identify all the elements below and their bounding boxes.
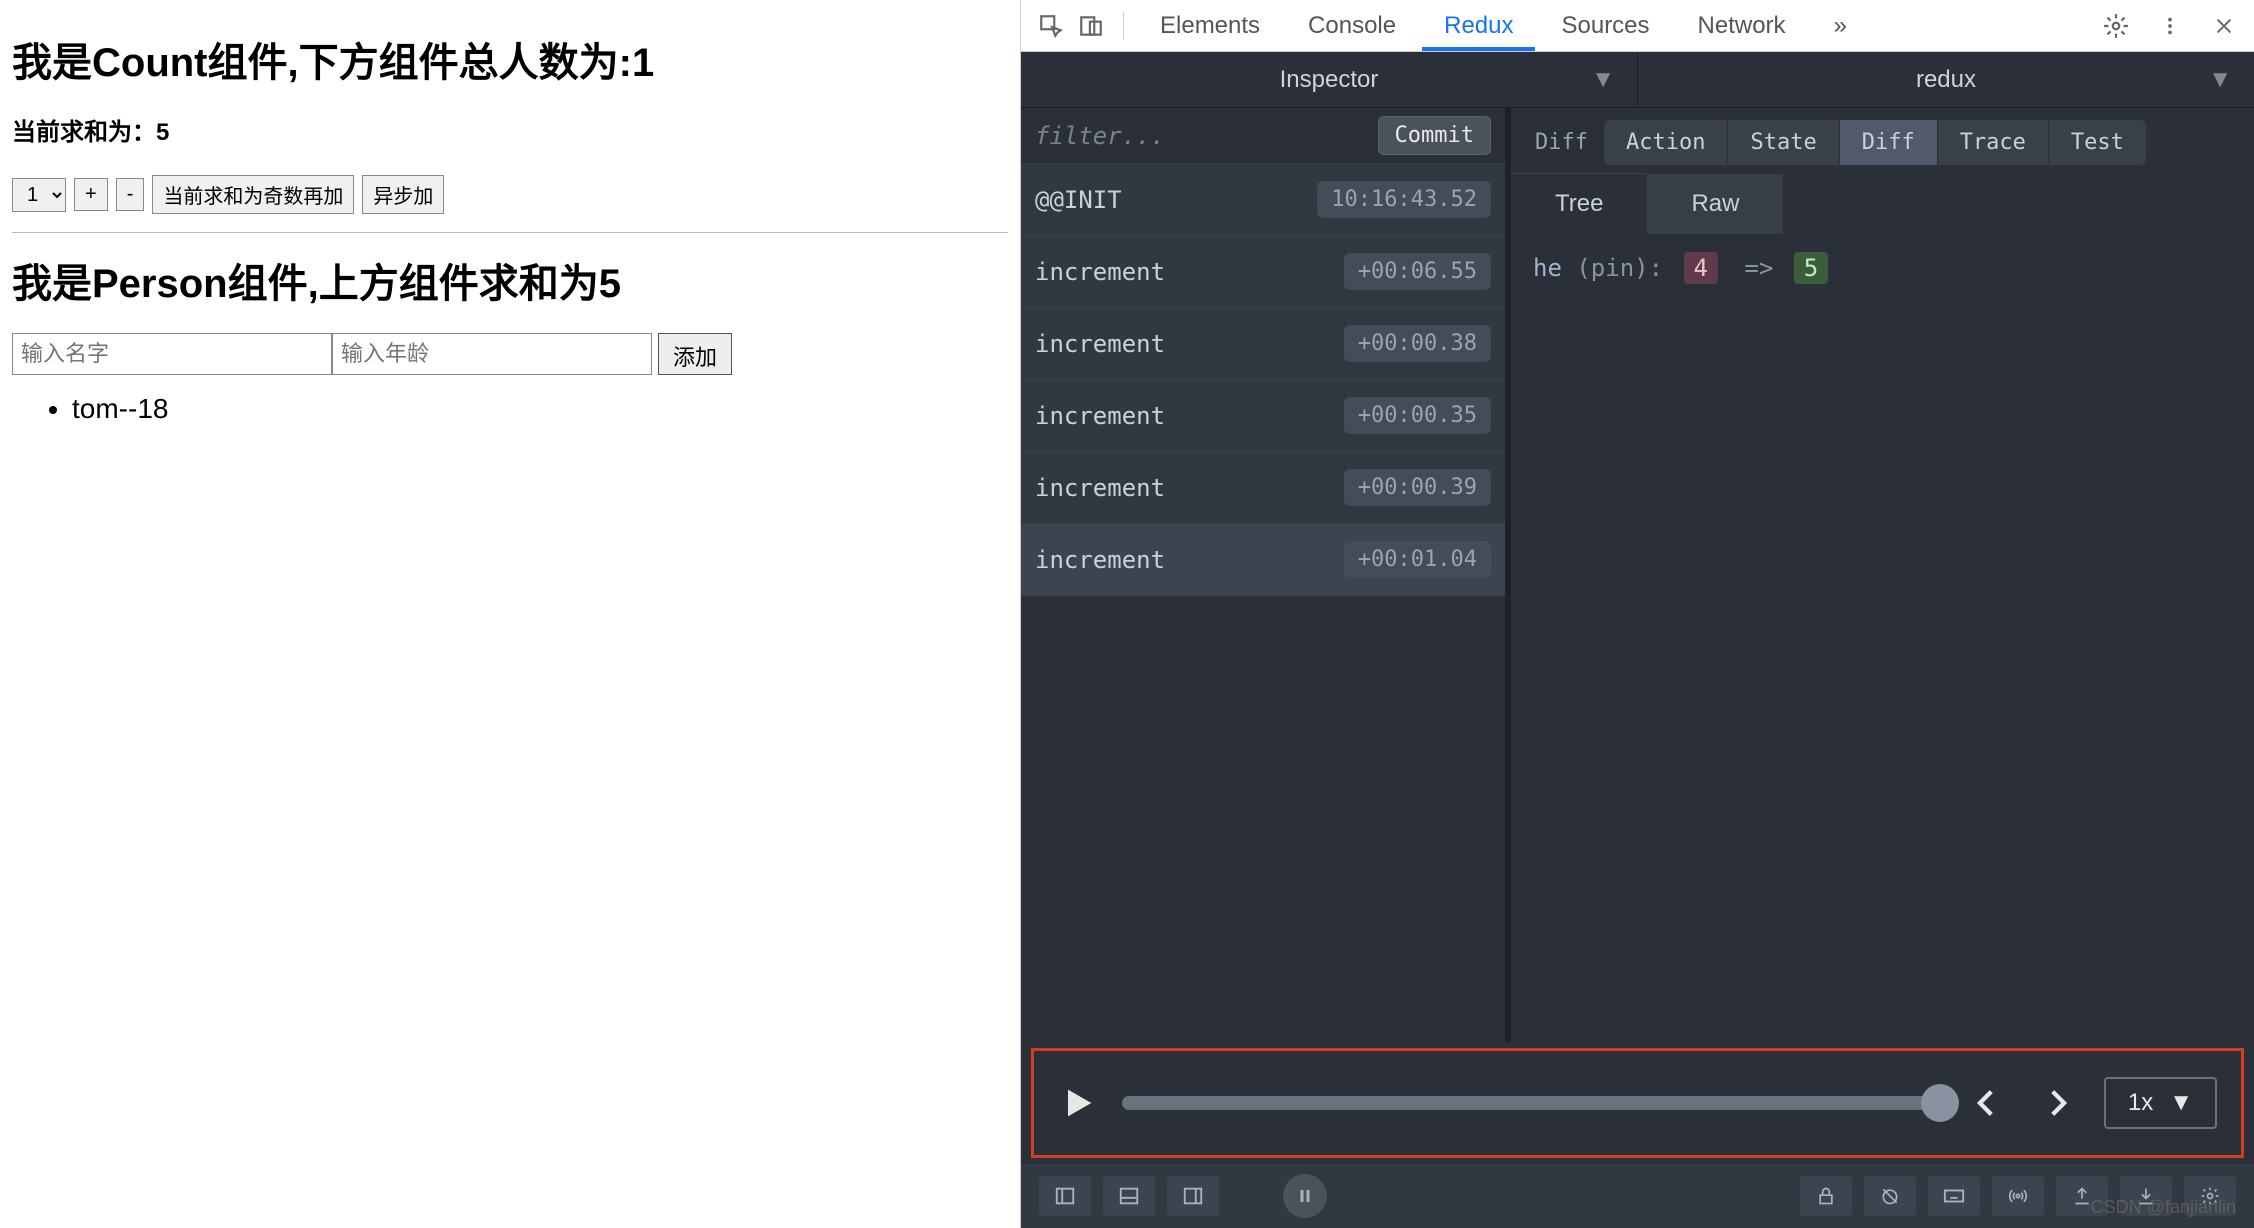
tab-console[interactable]: Console [1286, 2, 1418, 50]
selector-row: Inspector ▼ redux ▼ [1021, 52, 2254, 108]
inspect-column: Diff Action State Diff Trace Test Tree R… [1511, 108, 2254, 1042]
diff-old-value: 4 [1684, 252, 1718, 284]
count-heading: 我是Count组件,下方组件总人数为:1 [12, 30, 1008, 88]
add-person-button[interactable]: 添加 [658, 333, 732, 375]
close-icon[interactable] [2206, 8, 2242, 44]
app-panel: 我是Count组件,下方组件总人数为:1 当前求和为：5 1 + - 当前求和为… [0, 0, 1020, 1228]
view-tabs: Diff Action State Diff Trace Test [1511, 108, 2254, 164]
filter-input[interactable] [1035, 122, 1368, 150]
increment-if-odd-button[interactable]: 当前求和为奇数再加 [152, 175, 354, 214]
diff-arrow: => [1744, 254, 1773, 282]
keyboard-icon[interactable] [1928, 1176, 1980, 1216]
device-toggle-icon[interactable] [1073, 8, 1109, 44]
subview-tabs: Tree Raw [1511, 172, 2254, 234]
person-list: tom--18 [72, 393, 1008, 425]
commit-button[interactable]: Commit [1378, 116, 1491, 155]
separator [1123, 12, 1124, 40]
inspector-selector[interactable]: Inspector ▼ [1021, 52, 1638, 107]
broadcast-icon[interactable] [1992, 1176, 2044, 1216]
action-column: Commit @@INIT 10:16:43.52 increment +00:… [1021, 108, 1511, 1042]
diff-key: he [1533, 254, 1562, 282]
gear-icon[interactable] [2098, 8, 2134, 44]
chevron-down-icon: ▼ [2169, 1089, 2193, 1117]
watermark: CSDN @fanjianlin [2091, 1197, 2236, 1218]
speed-selector[interactable]: 1x ▼ [2104, 1077, 2217, 1129]
panel-right-icon[interactable] [1167, 1176, 1219, 1216]
diff-content: he (pin): 4 => 5 [1511, 234, 2254, 1042]
action-item[interactable]: increment +00:00.35 [1021, 380, 1505, 452]
slider-thumb[interactable] [1921, 1084, 1959, 1122]
instance-selector[interactable]: redux ▼ [1638, 52, 2254, 107]
chevron-down-icon: ▼ [1591, 66, 1615, 94]
view-tab-state[interactable]: State [1728, 120, 1839, 165]
pause-button[interactable] [1283, 1174, 1327, 1218]
decrement-button[interactable]: - [116, 178, 145, 211]
inspect-element-icon[interactable] [1033, 8, 1069, 44]
list-item: tom--18 [72, 393, 1008, 425]
view-label: Diff [1523, 120, 1600, 165]
chevron-down-icon: ▼ [2208, 66, 2232, 94]
action-item[interactable]: increment +00:06.55 [1021, 236, 1505, 308]
increment-button[interactable]: + [74, 178, 108, 211]
tab-sources[interactable]: Sources [1539, 2, 1671, 50]
next-button[interactable] [2034, 1080, 2080, 1126]
kebab-icon[interactable] [2152, 8, 2188, 44]
action-item[interactable]: increment +00:00.39 [1021, 452, 1505, 524]
view-tab-group: Action State Diff Trace Test [1604, 120, 2146, 165]
person-heading: 我是Person组件,上方组件求和为5 [12, 251, 1008, 309]
subview-tree[interactable]: Tree [1511, 173, 1647, 234]
tab-elements[interactable]: Elements [1138, 2, 1282, 50]
increment-async-button[interactable]: 异步加 [362, 175, 444, 214]
panel-bottom-icon[interactable] [1103, 1176, 1155, 1216]
playback-slider[interactable] [1122, 1096, 1940, 1110]
view-tab-test[interactable]: Test [2049, 120, 2146, 165]
tab-more[interactable]: » [1812, 2, 1869, 50]
diff-pin: (pin): [1576, 254, 1663, 282]
age-input[interactable] [332, 333, 652, 375]
tab-network[interactable]: Network [1676, 2, 1808, 50]
devtools: Elements Console Redux Sources Network »… [1020, 0, 2254, 1228]
tab-redux[interactable]: Redux [1422, 2, 1535, 50]
name-input[interactable] [12, 333, 332, 375]
action-list: @@INIT 10:16:43.52 increment +00:06.55 i… [1021, 164, 1505, 1042]
view-tab-diff[interactable]: Diff [1840, 120, 1938, 165]
redux-panel: Inspector ▼ redux ▼ Commit @@INIT 10:16:… [1021, 52, 2254, 1228]
diff-new-value: 5 [1794, 252, 1828, 284]
filter-row: Commit [1021, 108, 1505, 164]
action-item[interactable]: increment +00:01.04 [1021, 524, 1505, 596]
bottom-toolbar [1021, 1164, 2254, 1228]
count-controls: 1 + - 当前求和为奇数再加 异步加 [12, 175, 1008, 214]
devtools-tabs: Elements Console Redux Sources Network » [1021, 0, 2254, 52]
action-item[interactable]: increment +00:00.38 [1021, 308, 1505, 380]
play-button[interactable] [1058, 1083, 1098, 1123]
playback-bar: 1x ▼ [1031, 1048, 2244, 1158]
timer-off-icon[interactable] [1864, 1176, 1916, 1216]
lock-icon[interactable] [1800, 1176, 1852, 1216]
person-inputs: 添加 [12, 333, 1008, 375]
view-tab-trace[interactable]: Trace [1938, 120, 2049, 165]
divider [12, 232, 1008, 233]
redux-main: Commit @@INIT 10:16:43.52 increment +00:… [1021, 108, 2254, 1042]
sum-line: 当前求和为：5 [12, 112, 1008, 147]
subview-raw[interactable]: Raw [1647, 174, 1783, 234]
view-tab-action[interactable]: Action [1604, 120, 1728, 165]
panel-left-icon[interactable] [1039, 1176, 1091, 1216]
count-select[interactable]: 1 [12, 178, 66, 212]
prev-button[interactable] [1964, 1080, 2010, 1126]
action-item[interactable]: @@INIT 10:16:43.52 [1021, 164, 1505, 236]
